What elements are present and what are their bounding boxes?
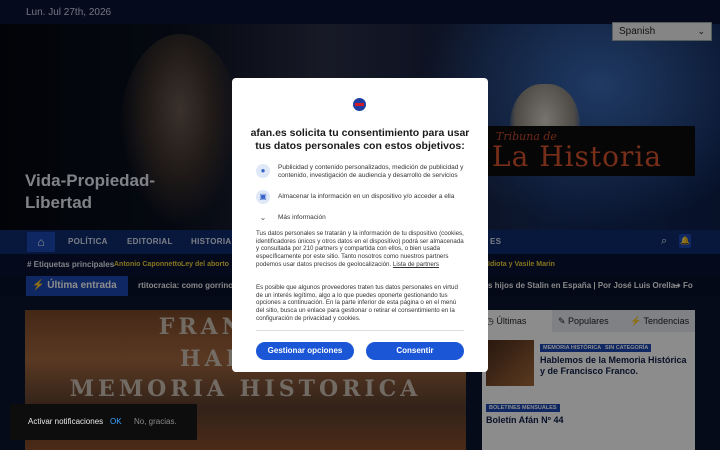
site-favicon — [353, 98, 366, 111]
consent-button[interactable]: Consentir — [366, 342, 464, 360]
manage-options-button[interactable]: Gestionar opciones — [256, 342, 354, 360]
partners-link[interactable]: Lista de partners — [393, 261, 439, 268]
chevron-down-icon: ⌄ — [256, 211, 270, 225]
consent-paragraph: Tus datos personales se tratarán y la in… — [256, 230, 464, 268]
notification-text: Activar notificaciones — [28, 417, 104, 426]
purpose-text: Almacenar la información en un dispositi… — [278, 193, 455, 200]
notification-prompt: Activar notificaciones OK No, gracias. — [10, 404, 197, 440]
consent-dialog: afan.es solicita tu consentimiento para … — [232, 78, 488, 372]
notification-decline-button[interactable]: No, gracias. — [134, 417, 177, 426]
user-icon: ● — [256, 164, 270, 178]
consent-paragraph: Es posible que algunos proveedores trate… — [256, 284, 458, 322]
more-info-label: Más información — [278, 214, 326, 221]
notification-ok-button[interactable]: OK — [110, 417, 122, 426]
device-icon: ▣ — [256, 190, 270, 204]
purpose-text: Publicidad y contenido personalizados, m… — [278, 164, 464, 179]
divider — [256, 330, 464, 331]
consent-title: afan.es solicita tu consentimiento para … — [250, 127, 470, 152]
